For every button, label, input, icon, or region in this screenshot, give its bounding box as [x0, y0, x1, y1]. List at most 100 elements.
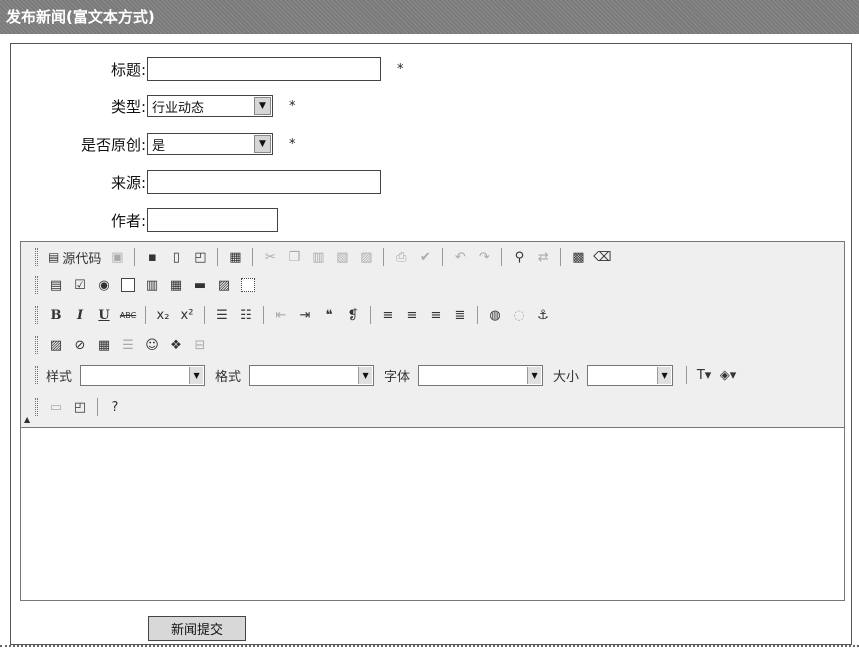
div-container-icon[interactable]: ❡ [343, 305, 363, 325]
toolbar-row-6: ▭ ◰ ? [35, 394, 125, 420]
align-justify-icon[interactable]: ≣ [450, 305, 470, 325]
table-icon[interactable]: ▦ [94, 335, 114, 355]
strikethrough-button[interactable]: ABC [118, 305, 138, 325]
toolbar-separator [97, 398, 98, 416]
outdent-icon[interactable]: ⇤ [271, 305, 291, 325]
copy-icon[interactable]: ❐ [284, 247, 304, 267]
textarea-icon[interactable]: ▥ [142, 275, 162, 295]
source-code-button[interactable]: ▤ 源代码 [46, 247, 103, 267]
undo-icon[interactable]: ↶ [450, 247, 470, 267]
title-row: 标题: * [11, 56, 404, 82]
hidden-field-icon[interactable] [238, 275, 258, 295]
unlink-icon[interactable]: ◌ [509, 305, 529, 325]
required-mark: * [397, 61, 404, 77]
select-all-icon[interactable]: ▩ [568, 247, 588, 267]
style-select[interactable]: ▼ [80, 364, 206, 386]
show-blocks-icon[interactable]: ◰ [70, 397, 90, 417]
superscript-icon[interactable]: x² [177, 305, 197, 325]
type-row: 类型: 行业动态 ▼ * [11, 93, 296, 119]
chevron-down-icon: ▼ [254, 135, 271, 153]
spellcheck-icon[interactable]: ✔ [415, 247, 435, 267]
chevron-down-icon: ▼ [527, 366, 542, 384]
preview-icon[interactable]: ◰ [190, 247, 210, 267]
radio-icon[interactable]: ◉ [94, 275, 114, 295]
chevron-down-icon: ▼ [254, 97, 271, 115]
chevron-down-icon: ▼ [358, 366, 373, 384]
italic-button[interactable]: I [70, 305, 90, 325]
horizontal-rule-icon[interactable]: ☰ [118, 335, 138, 355]
size-label: 大小 [553, 369, 580, 385]
numbered-list-icon[interactable]: ☰ [212, 305, 232, 325]
title-input[interactable] [147, 57, 381, 81]
align-right-icon[interactable]: ≡ [426, 305, 446, 325]
link-icon[interactable]: ◍ [485, 305, 505, 325]
remove-format-icon[interactable]: ⌫ [592, 247, 612, 267]
save-icon-disabled[interactable]: ▣ [107, 247, 127, 267]
toolbar-collapse-icon[interactable]: ▲ [24, 415, 30, 424]
toolbar-row-4: ▨ ⊘ ▦ ☰ ☺ ❖ ⊟ [35, 332, 210, 358]
text-color-icon[interactable]: T▾ [694, 365, 714, 385]
smiley-icon[interactable]: ☺ [142, 335, 162, 355]
toolbar-separator [145, 306, 146, 324]
font-select[interactable]: ▼ [418, 364, 544, 386]
source-input[interactable] [147, 170, 381, 194]
author-input[interactable] [147, 208, 278, 232]
special-char-icon[interactable]: ❖ [166, 335, 186, 355]
flash-icon[interactable]: ⊘ [70, 335, 90, 355]
toolbar-grip [35, 366, 38, 384]
original-select-value: 是 [152, 138, 166, 154]
size-select[interactable]: ▼ [587, 364, 674, 386]
redo-icon[interactable]: ↷ [474, 247, 494, 267]
find-icon[interactable]: ⚲ [509, 247, 529, 267]
replace-icon[interactable]: ⇄ [533, 247, 553, 267]
paste-text-icon[interactable]: ▧ [332, 247, 352, 267]
original-select[interactable]: 是 ▼ [147, 133, 273, 155]
templates-icon[interactable]: ▦ [225, 247, 245, 267]
type-label: 类型: [110, 97, 146, 116]
align-center-icon[interactable]: ≡ [402, 305, 422, 325]
page-break-icon[interactable]: ⊟ [190, 335, 210, 355]
indent-icon[interactable]: ⇥ [295, 305, 315, 325]
align-left-icon[interactable]: ≡ [378, 305, 398, 325]
toolbar-separator [252, 248, 254, 266]
background-color-icon[interactable]: ◈▾ [718, 365, 738, 385]
toolbar-separator [263, 306, 264, 324]
anchor-icon[interactable]: ⚓ [533, 305, 553, 325]
source-code-label: 源代码 [62, 251, 102, 267]
subscript-icon[interactable]: x₂ [153, 305, 173, 325]
required-mark: * [289, 98, 296, 114]
print-icon[interactable]: ⎙ [391, 247, 411, 267]
underline-button[interactable]: U [94, 305, 114, 325]
bulleted-list-icon[interactable]: ☷ [236, 305, 256, 325]
submit-news-button[interactable]: 新闻提交 [148, 616, 246, 641]
select-field-icon[interactable]: ▦ [166, 275, 186, 295]
format-select[interactable]: ▼ [249, 364, 375, 386]
save-icon[interactable]: ▪ [142, 247, 162, 267]
form-icon[interactable]: ▤ [46, 275, 66, 295]
toolbar-separator [383, 248, 385, 266]
paste-word-icon[interactable]: ▨ [356, 247, 376, 267]
source-label: 来源: [110, 173, 146, 192]
chevron-down-icon: ▼ [657, 366, 672, 384]
new-page-icon[interactable]: ▯ [166, 247, 186, 267]
type-select[interactable]: 行业动态 ▼ [147, 95, 273, 117]
editor-content-area[interactable] [21, 429, 844, 600]
help-icon[interactable]: ? [105, 397, 125, 417]
toolbar-separator [370, 306, 371, 324]
button-icon[interactable]: ▬ [190, 275, 210, 295]
bold-button[interactable]: B [46, 305, 66, 325]
checkbox-icon[interactable]: ☑ [70, 275, 90, 295]
blockquote-icon[interactable]: ❝ [319, 305, 339, 325]
image-icon[interactable]: ▨ [46, 335, 66, 355]
toolbar-row-1: ▤ 源代码 ▣ ▪ ▯ ◰ ▦ ✂ ❐ ▥ ▧ ▨ ⎙ ✔ ↶ ↷ ⚲ ⇄ ▩ … [35, 244, 612, 270]
toolbar-separator [477, 306, 478, 324]
cut-icon[interactable]: ✂ [260, 247, 280, 267]
maximize-icon[interactable]: ▭ [46, 397, 66, 417]
required-mark: * [289, 136, 296, 152]
panel-bottom-border [0, 645, 859, 649]
text-field-icon[interactable] [118, 275, 138, 295]
font-label: 字体 [384, 369, 411, 385]
toolbar-grip [35, 248, 38, 266]
image-button-icon[interactable]: ▨ [214, 275, 234, 295]
paste-icon[interactable]: ▥ [308, 247, 328, 267]
